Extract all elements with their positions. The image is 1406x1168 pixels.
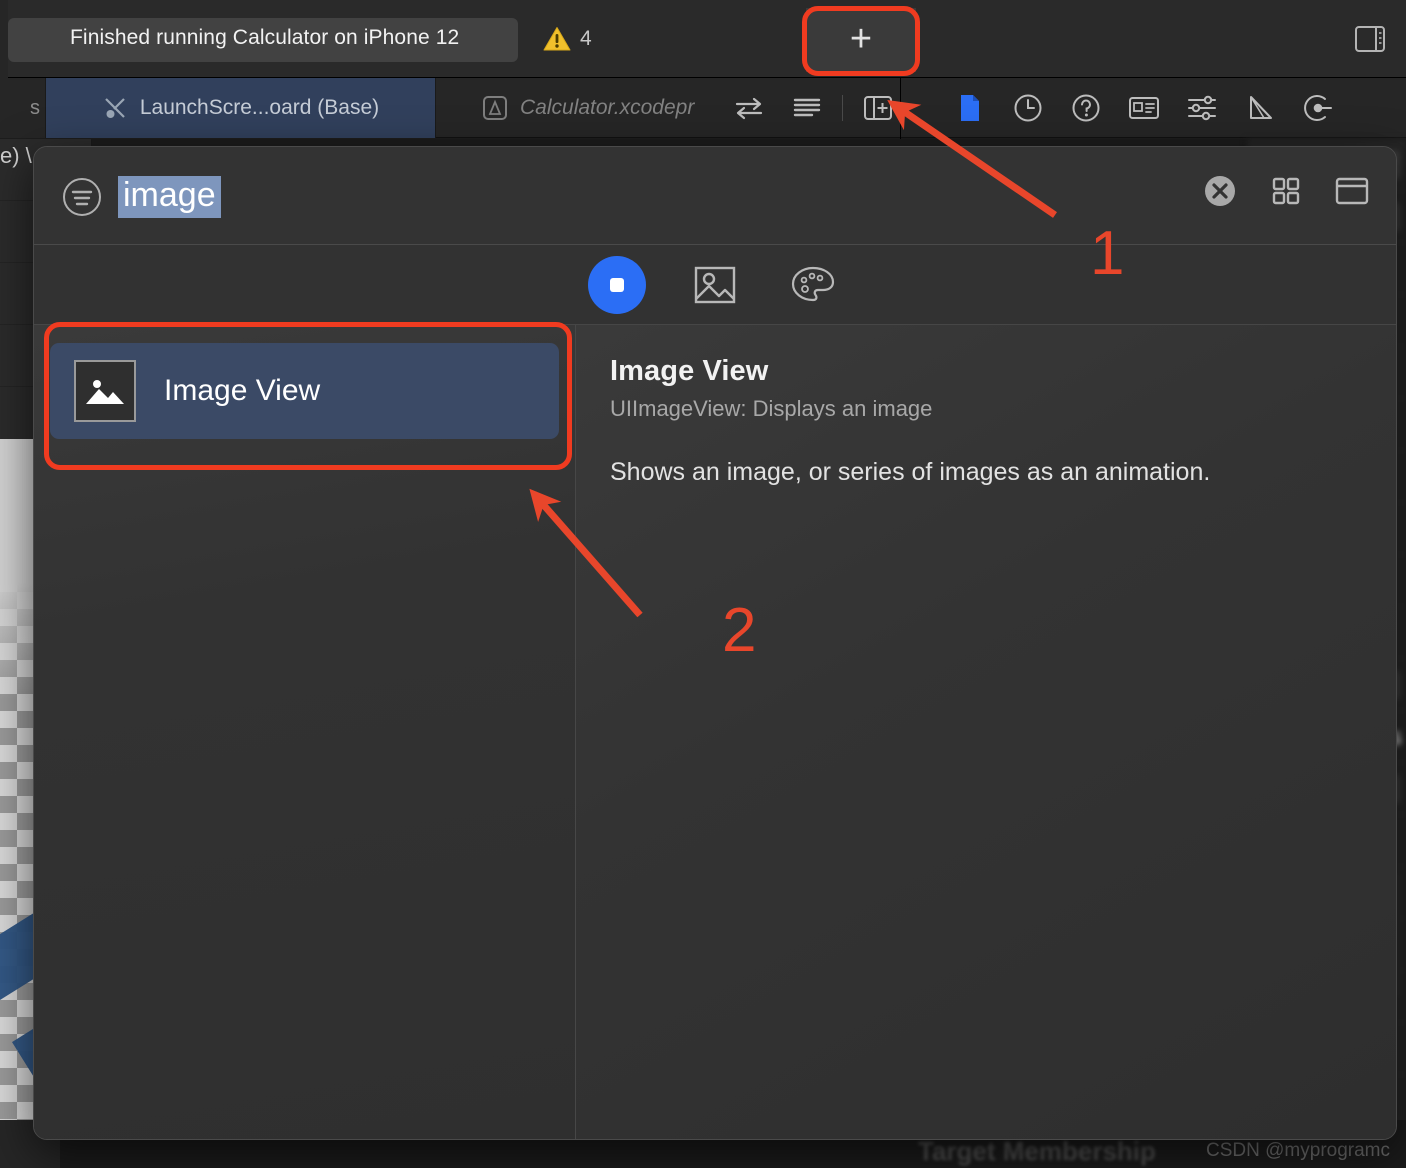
warning-triangle-icon <box>543 27 571 51</box>
editor-options-button[interactable] <box>778 78 836 138</box>
tab-launchscreen-storyboard[interactable]: LaunchScre...oard (Base) <box>46 78 436 138</box>
xcode-project-icon <box>483 96 507 120</box>
filter-list-icon <box>63 178 101 216</box>
library-close-button[interactable] <box>1200 171 1240 211</box>
add-button-label: + <box>849 17 873 60</box>
watermark-text: CSDN @myprogramc <box>1206 1140 1390 1161</box>
history-inspector-button[interactable] <box>999 78 1057 138</box>
quick-help-inspector-icon <box>1072 94 1100 122</box>
titlebar-left-gap <box>0 0 8 78</box>
add-button[interactable]: + <box>806 8 916 72</box>
tab-launchscreen-label: LaunchScre...oard (Base) <box>139 96 380 119</box>
color-palette-icon <box>791 266 835 301</box>
attributes-inspector-button[interactable] <box>1173 78 1231 138</box>
titlebar: Finished running Calculator on iPhone 12… <box>0 0 1406 78</box>
detail-subtitle: UIImageView: Displays an image <box>610 396 933 421</box>
identity-inspector-button[interactable] <box>1115 78 1173 138</box>
library-results-list: Image View <box>34 325 576 1139</box>
image-view-list-item-label: Image View <box>164 374 321 407</box>
attributes-inspector-icon <box>1188 95 1216 121</box>
close-icon <box>1205 176 1235 206</box>
right-panel-toggle-icon <box>1355 26 1385 52</box>
library-body: Image View Image View UIImageView: Displ… <box>34 325 1396 1139</box>
target-membership-label: Target Membership <box>918 1136 1156 1166</box>
library-category-tabs <box>34 245 1396 325</box>
library-search-value: image <box>118 176 221 218</box>
detail-title: Image View <box>610 355 769 387</box>
library-tab-colors[interactable] <box>784 256 842 314</box>
object-square-icon <box>610 277 624 292</box>
connections-inspector-icon <box>1304 95 1332 121</box>
detail-description: Shows an image, or series of images as a… <box>610 458 1211 486</box>
warning-count: 4 <box>580 27 592 50</box>
add-editor-icon <box>864 96 892 120</box>
align-lines-icon <box>793 98 821 117</box>
file-inspector-icon <box>961 95 979 121</box>
quick-help-inspector-button[interactable] <box>1057 78 1115 138</box>
library-tab-media[interactable] <box>686 256 744 314</box>
library-search-input[interactable]: image <box>118 175 221 219</box>
swap-assistant-button[interactable] <box>720 78 778 138</box>
library-header-actions <box>1200 171 1372 211</box>
photo-icon <box>694 266 736 303</box>
library-grid-view-button[interactable] <box>1266 171 1306 211</box>
activity-status-text: Finished running Calculator on iPhone 12 <box>70 26 460 49</box>
connections-inspector-button[interactable] <box>1289 78 1347 138</box>
grid-view-icon <box>1272 177 1300 205</box>
library-header: image <box>34 147 1396 245</box>
image-view-thumb <box>74 360 136 422</box>
library-list-view-button[interactable] <box>1332 171 1372 211</box>
tab-calculator-project[interactable]: Calculator.xcodepr <box>437 78 720 138</box>
identity-inspector-icon <box>1129 97 1159 119</box>
tab-previous-stub[interactable]: s <box>0 78 46 138</box>
file-inspector-button[interactable] <box>941 78 999 138</box>
toolbar-divider <box>900 78 901 140</box>
interface-builder-icon <box>105 98 125 118</box>
tab-calculator-label: Calculator.xcodepr <box>520 96 695 119</box>
image-view-icon <box>86 380 124 404</box>
library-tab-objects[interactable] <box>588 255 646 314</box>
history-inspector-icon <box>1014 94 1042 122</box>
size-inspector-icon <box>1250 96 1272 119</box>
tool-separator <box>842 95 843 121</box>
editor-tool-strip <box>720 78 1406 138</box>
screenshot-root: Finished running Calculator on iPhone 12… <box>0 0 1406 1168</box>
size-inspector-button[interactable] <box>1231 78 1289 138</box>
library-detail-panel: Image View UIImageView: Displays an imag… <box>576 325 1396 1139</box>
add-editor-button[interactable] <box>849 78 907 138</box>
outline-text-fragment: e) \ <box>0 143 32 168</box>
inspector-toggle-button[interactable] <box>1348 20 1392 58</box>
image-view-list-item[interactable]: Image View <box>50 343 559 439</box>
swap-assistant-icon <box>735 97 763 120</box>
warning-indicator[interactable]: 4 <box>543 26 592 52</box>
list-view-icon <box>1335 177 1369 205</box>
library-popover: image Image View Image View UIImageView:… <box>33 146 1397 1140</box>
filter-button[interactable] <box>62 177 102 222</box>
